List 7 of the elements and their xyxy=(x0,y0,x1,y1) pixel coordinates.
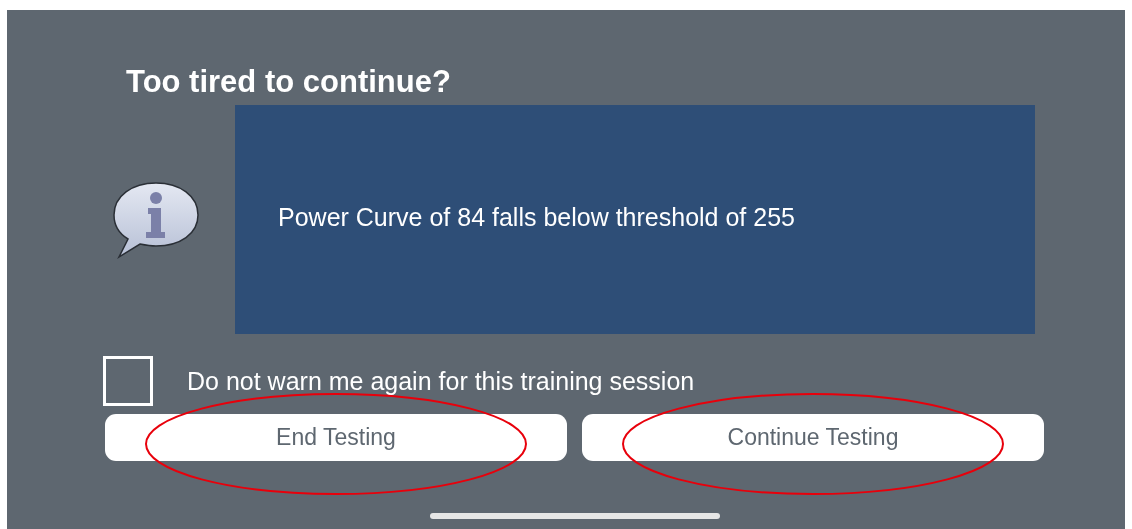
dialog-title: Too tired to continue? xyxy=(126,63,452,101)
info-speech-bubble-icon xyxy=(110,179,202,260)
checkbox-label: Do not warn me again for this training session xyxy=(187,366,695,396)
end-testing-button[interactable]: End Testing xyxy=(105,414,567,461)
checkbox[interactable] xyxy=(103,356,153,406)
continue-testing-button[interactable]: Continue Testing xyxy=(582,414,1044,461)
message-text: Power Curve of 84 falls below threshold of 255 xyxy=(278,203,795,232)
